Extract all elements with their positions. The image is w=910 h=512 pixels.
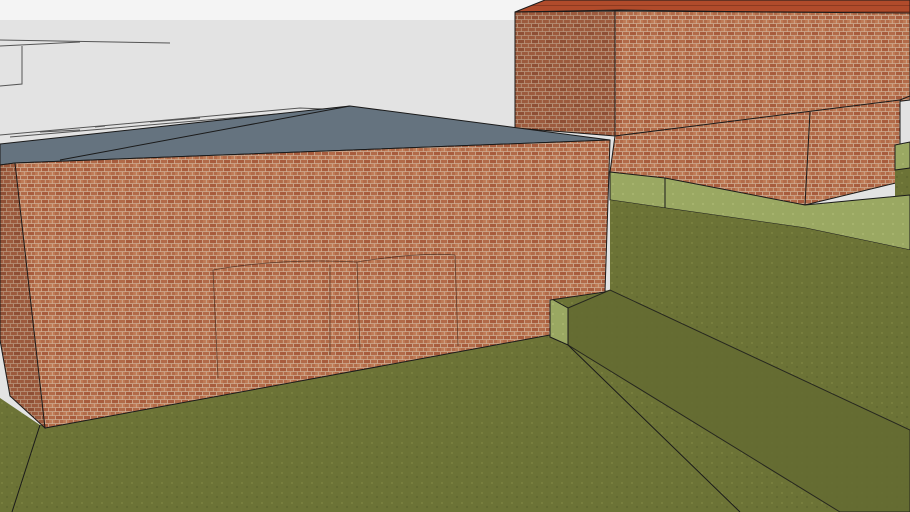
scene-canvas	[0, 0, 910, 512]
brick-building-far-side	[514, 10, 616, 137]
grass-ledge-light-right	[894, 141, 910, 171]
